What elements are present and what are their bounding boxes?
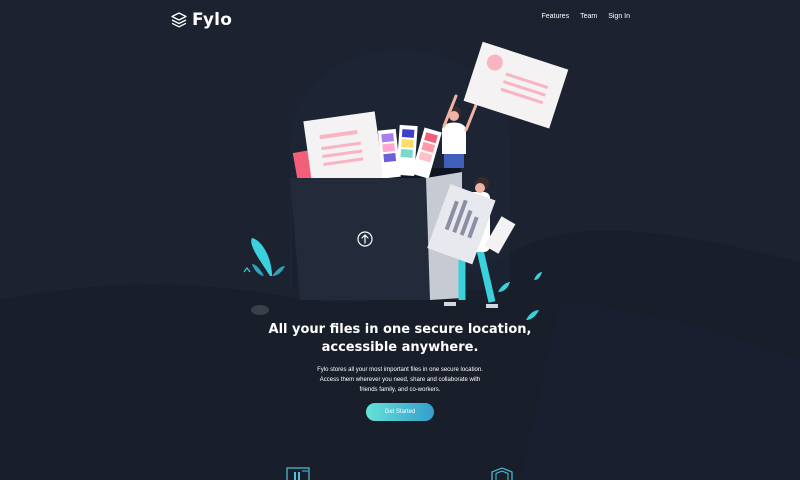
access-anywhere-icon bbox=[286, 467, 310, 480]
hero-title-line1: All your files in one secure location, bbox=[268, 322, 532, 337]
security-shield-icon bbox=[491, 467, 513, 480]
hero-title: All your files in one secure location, a… bbox=[250, 321, 550, 357]
nav-link-features[interactable]: Features bbox=[541, 13, 569, 20]
logo-text: Fylo bbox=[192, 10, 233, 30]
logo[interactable]: Fylo bbox=[171, 10, 232, 30]
nav-link-team[interactable]: Team bbox=[580, 13, 597, 20]
hero-illustration bbox=[243, 41, 569, 320]
main-nav: Features Team Sign In bbox=[541, 13, 630, 20]
nav-link-sign-in[interactable]: Sign In bbox=[608, 13, 630, 20]
layers-logo-icon bbox=[171, 12, 187, 28]
get-started-button[interactable]: Get Started bbox=[366, 403, 434, 421]
hero-description: Fylo stores all your most important file… bbox=[317, 367, 483, 393]
site-header: Fylo Features Team Sign In bbox=[0, 0, 800, 40]
hero-title-line2: accessible anywhere. bbox=[321, 340, 479, 355]
landing-page: Fylo Features Team Sign In All your file… bbox=[0, 0, 800, 480]
